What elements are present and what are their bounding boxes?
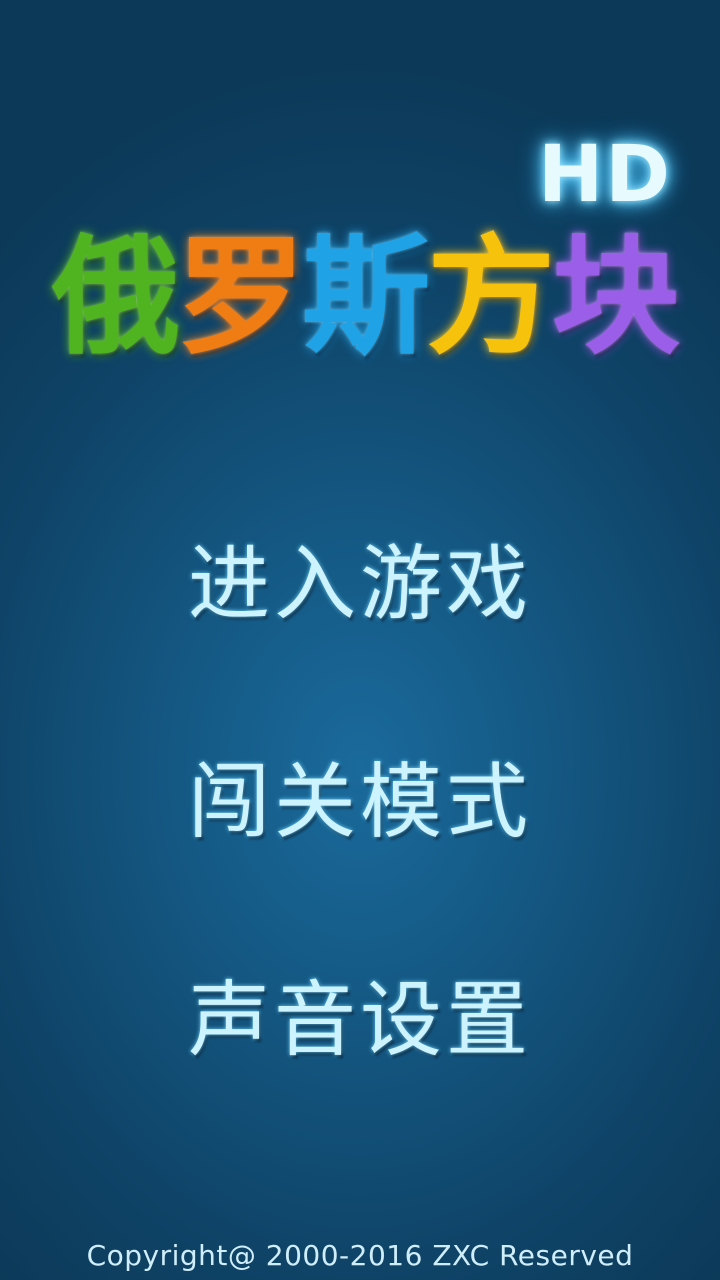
level-mode-button[interactable]: 闯关模式 bbox=[140, 748, 580, 858]
sound-settings-button[interactable]: 声音设置 bbox=[140, 966, 580, 1076]
hd-badge: HD bbox=[537, 130, 672, 220]
enter-game-button[interactable]: 进入游戏 bbox=[140, 530, 580, 640]
title-char: 斯 bbox=[302, 223, 431, 372]
title-char: 俄 bbox=[52, 223, 181, 372]
start-screen: HD 俄 罗 斯 方 块 进入游戏 闯关模式 声音设置 Copyright@ 2… bbox=[0, 0, 720, 1280]
menu-item-label: 声音设置 bbox=[187, 973, 532, 1068]
copyright-text: Copyright@ 2000-2016 ZXC Reserved bbox=[86, 1239, 634, 1272]
title-char: 罗 bbox=[177, 223, 306, 372]
title-char: 块 bbox=[552, 223, 681, 372]
menu-item-label: 进入游戏 bbox=[187, 537, 532, 632]
game-logo: HD 俄 罗 斯 方 块 bbox=[52, 130, 681, 390]
menu-item-label: 闯关模式 bbox=[187, 755, 532, 850]
title-char: 方 bbox=[427, 223, 556, 372]
game-title: 俄 罗 斯 方 块 bbox=[52, 218, 681, 378]
